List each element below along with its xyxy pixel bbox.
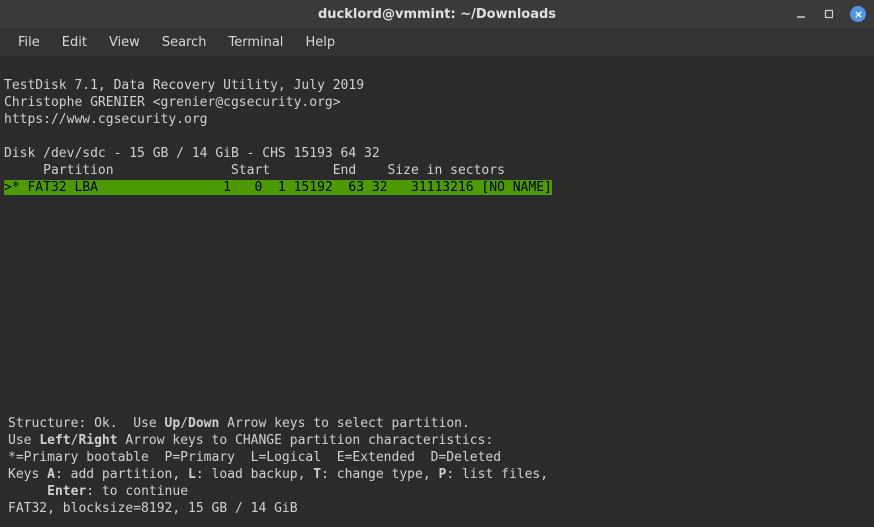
menu-terminal[interactable]: Terminal bbox=[218, 31, 293, 54]
key-up: Up bbox=[165, 416, 181, 431]
key-enter: Enter bbox=[47, 484, 86, 499]
menu-help[interactable]: Help bbox=[295, 31, 345, 54]
menu-file[interactable]: File bbox=[8, 31, 50, 54]
hint-l5: Enter: to continue bbox=[8, 484, 188, 499]
key-down: Down bbox=[188, 416, 219, 431]
menubar: File Edit View Search Terminal Help bbox=[0, 28, 874, 56]
partition-row-selected[interactable]: >* FAT32 LBA 1 0 1 15192 63 32 31113216 … bbox=[4, 180, 552, 195]
terminal-area[interactable]: TestDisk 7.1, Data Recovery Utility, Jul… bbox=[0, 56, 874, 200]
window-title: ducklord@vmmint: ~/Downloads bbox=[318, 7, 556, 22]
key-left: Left bbox=[39, 433, 70, 448]
window-controls bbox=[794, 6, 866, 22]
menu-search[interactable]: Search bbox=[152, 31, 217, 54]
hint-l6: FAT32, blocksize=8192, 15 GB / 14 GiB bbox=[8, 501, 298, 516]
hint-l1: Structure: Ok. Use Up/Down Arrow keys to… bbox=[8, 416, 470, 431]
key-a: A bbox=[47, 467, 55, 482]
maximize-button[interactable] bbox=[822, 7, 836, 21]
key-right: Right bbox=[78, 433, 117, 448]
hint-l4: Keys A: add partition, L: load backup, T… bbox=[8, 467, 548, 482]
window-titlebar: ducklord@vmmint: ~/Downloads bbox=[0, 0, 874, 28]
minimize-button[interactable] bbox=[794, 7, 808, 21]
hint-l3: *=Primary bootable P=Primary L=Logical E… bbox=[8, 450, 501, 465]
menu-view[interactable]: View bbox=[99, 31, 150, 54]
partition-columns: Partition Start End Size in sectors bbox=[4, 163, 505, 178]
key-t: T bbox=[313, 467, 321, 482]
disk-info: Disk /dev/sdc - 15 GB / 14 GiB - CHS 151… bbox=[4, 146, 380, 161]
close-button[interactable] bbox=[850, 6, 866, 22]
hint-block: Structure: Ok. Use Up/Down Arrow keys to… bbox=[4, 411, 552, 521]
hint-l2: Use Left/Right Arrow keys to CHANGE part… bbox=[8, 433, 493, 448]
app-header-line1: TestDisk 7.1, Data Recovery Utility, Jul… bbox=[4, 78, 364, 93]
app-header-line3: https://www.cgsecurity.org bbox=[4, 112, 208, 127]
app-header-line2: Christophe GRENIER <grenier@cgsecurity.o… bbox=[4, 95, 341, 110]
key-l: L bbox=[188, 467, 196, 482]
menu-edit[interactable]: Edit bbox=[52, 31, 97, 54]
